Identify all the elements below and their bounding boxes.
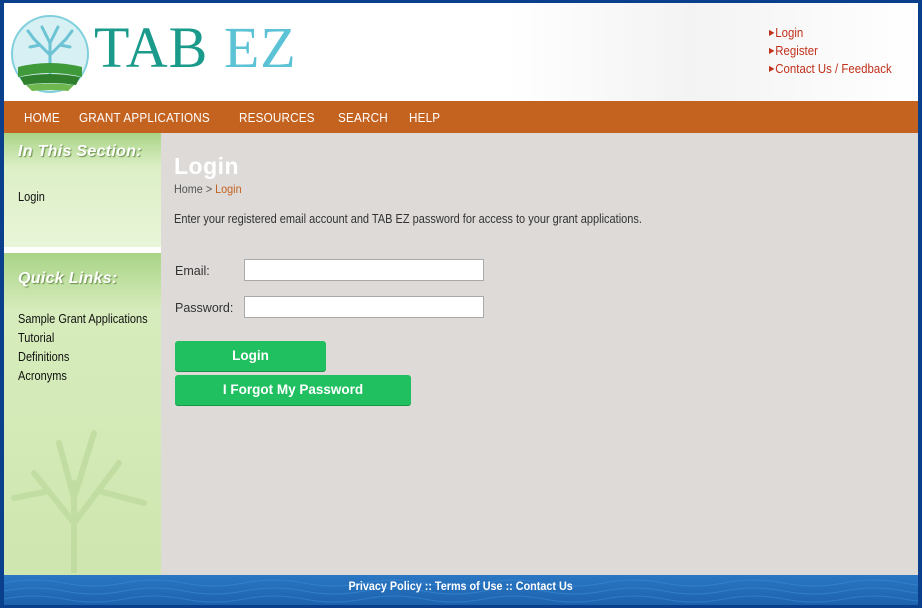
footer-privacy-link[interactable]: Privacy Policy <box>349 579 422 593</box>
footer-contact-link[interactable]: Contact Us <box>516 579 573 593</box>
header: TAB EZ ▶Login ▶Register ▶Contact Us / Fe… <box>4 3 918 101</box>
breadcrumb-current[interactable]: Login <box>215 182 241 196</box>
footer-terms-link[interactable]: Terms of Use <box>435 579 503 593</box>
arrow-right-icon: ▶ <box>768 64 775 73</box>
nav-grant-applications[interactable]: GRANT APPLICATIONS <box>79 110 210 125</box>
footer-separator: :: <box>505 579 514 593</box>
email-field[interactable] <box>244 259 484 281</box>
forgot-password-button[interactable]: I Forgot My Password <box>175 375 411 405</box>
page-frame: TAB EZ ▶Login ▶Register ▶Contact Us / Fe… <box>4 3 918 605</box>
main-nav: HOME GRANT APPLICATIONS RESOURCES SEARCH… <box>4 101 918 133</box>
sidebar-item-login[interactable]: Login <box>18 190 45 204</box>
arrow-right-icon: ▶ <box>768 28 775 37</box>
password-label: Password: <box>175 301 234 315</box>
footer-links: Privacy Policy :: Terms of Use :: Contac… <box>349 575 573 597</box>
quick-link-definitions[interactable]: Definitions <box>18 350 69 364</box>
email-label: Email: <box>175 264 210 278</box>
logo-text-ez: EZ <box>223 15 297 80</box>
tree-watermark-icon <box>11 430 147 573</box>
nav-resources[interactable]: RESOURCES <box>239 110 315 125</box>
sidebar-section-box: In This Section: Login <box>4 133 161 247</box>
arrow-right-icon: ▶ <box>768 46 775 55</box>
nav-help[interactable]: HELP <box>409 110 440 125</box>
breadcrumb-separator: > <box>205 182 213 196</box>
sidebar-quick-links-box: Quick Links: Sample Grant Applications T… <box>4 253 161 575</box>
nav-home[interactable]: HOME <box>24 110 60 125</box>
header-login-label: Login <box>774 25 803 40</box>
main-content: Login Home > Login Enter your registered… <box>161 133 918 575</box>
quick-link-sample-grant-applications[interactable]: Sample Grant Applications <box>18 312 148 326</box>
header-links: ▶Login ▶Register ▶Contact Us / Feedback <box>769 25 908 76</box>
header-contact-link[interactable]: ▶Contact Us / Feedback <box>769 61 892 76</box>
header-register-label: Register <box>774 43 818 58</box>
sidebar-section-heading: In This Section: <box>18 143 142 160</box>
sidebar: In This Section: Login Quick Links: Samp… <box>4 133 161 575</box>
tree-logo-icon <box>11 15 89 93</box>
breadcrumb: Home > Login <box>174 182 242 196</box>
header-login-link[interactable]: ▶Login <box>769 25 892 40</box>
header-register-link[interactable]: ▶Register <box>769 43 892 58</box>
breadcrumb-home[interactable]: Home <box>174 182 203 196</box>
logo-text-tab: TAB <box>94 15 209 80</box>
quick-link-acronyms[interactable]: Acronyms <box>18 369 67 383</box>
footer-separator: :: <box>425 579 433 593</box>
site-logo-text[interactable]: TAB EZ <box>94 13 297 83</box>
page-title: Login <box>174 153 240 179</box>
login-button[interactable]: Login <box>175 341 326 371</box>
password-field[interactable] <box>244 296 484 318</box>
footer: Privacy Policy :: Terms of Use :: Contac… <box>4 575 918 605</box>
header-contact-label: Contact Us / Feedback <box>774 61 892 76</box>
quick-links-heading: Quick Links: <box>18 270 118 287</box>
nav-search[interactable]: SEARCH <box>338 110 388 125</box>
quick-link-tutorial[interactable]: Tutorial <box>18 331 54 345</box>
intro-text: Enter your registered email account and … <box>174 212 642 226</box>
